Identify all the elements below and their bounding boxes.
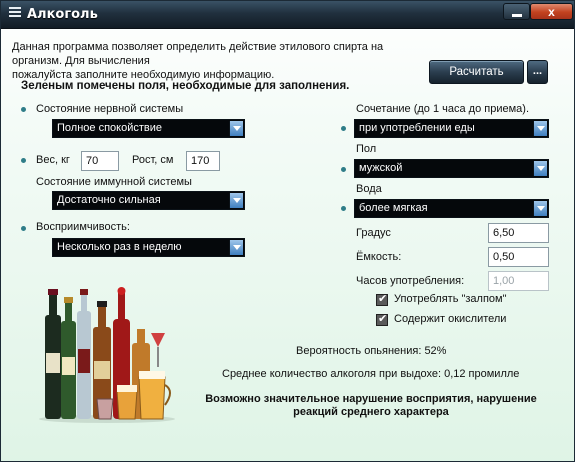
degree-field[interactable]: 6,50 — [488, 223, 549, 243]
weight-field[interactable]: 70 — [81, 151, 119, 171]
antioxidants-checkbox[interactable] — [376, 312, 388, 326]
close-icon: x — [548, 5, 555, 19]
hours-label: Часов употребления: — [356, 275, 465, 287]
combination-label: Сочетание (до 1 часа до приема). — [356, 103, 530, 115]
chevron-down-icon[interactable] — [533, 201, 547, 216]
nervous-system-value: Полное спокойствие — [57, 122, 162, 134]
intro-line-1: Данная программа позволяет определить де… — [12, 41, 384, 67]
immune-system-label: Состояние иммунной системы — [36, 176, 192, 188]
chevron-down-icon[interactable] — [229, 193, 243, 208]
gulp-checkbox[interactable] — [376, 292, 388, 306]
required-bullet-icon — [341, 206, 346, 211]
hours-field: 1,00 — [488, 271, 549, 291]
chevron-down-icon[interactable] — [229, 121, 243, 136]
nervous-system-label: Состояние нервной системы — [36, 103, 184, 115]
antioxidants-label[interactable]: Содержит окислители — [394, 313, 506, 325]
required-bullet-icon — [21, 158, 26, 163]
close-button[interactable]: x — [530, 3, 573, 20]
gender-value: мужской — [359, 162, 403, 174]
more-options-button[interactable]: ... — [527, 60, 548, 84]
nervous-system-select[interactable]: Полное спокойствие — [52, 119, 245, 138]
water-select[interactable]: более мягкая — [354, 199, 549, 218]
required-bullet-icon — [341, 167, 346, 172]
susceptibility-value: Несколько раз в неделю — [57, 241, 182, 253]
chevron-down-icon[interactable] — [533, 161, 547, 176]
average-result: Среднее количество алкоголя при выдохе: … — [222, 368, 520, 380]
intro-text: Данная программа позволяет определить де… — [12, 40, 432, 82]
conclusion-line-2: реакций среднего характера — [293, 406, 449, 418]
title-bar[interactable]: Алкоголь x — [1, 1, 574, 29]
bottles-illustration — [39, 287, 175, 423]
water-label: Вода — [356, 183, 382, 195]
capacity-label: Ёмкость: — [356, 251, 402, 263]
gender-select[interactable]: мужской — [354, 159, 549, 178]
conclusion-text: Возможно значительное нарушение восприят… — [198, 393, 544, 419]
weight-label: Вес, кг — [36, 154, 70, 166]
gulp-label[interactable]: Употреблять "залпом" — [394, 293, 507, 305]
window-title: Алкоголь — [27, 7, 98, 22]
capacity-field[interactable]: 0,50 — [488, 247, 549, 267]
immune-system-value: Достаточно сильная — [57, 194, 161, 206]
required-bullet-icon — [21, 107, 26, 112]
immune-system-select[interactable]: Достаточно сильная — [52, 191, 245, 210]
susceptibility-label: Восприимчивость: — [36, 221, 130, 233]
water-value: более мягкая — [359, 202, 428, 214]
chevron-down-icon[interactable] — [229, 240, 243, 255]
menu-icon[interactable] — [9, 7, 21, 19]
required-bullet-icon — [341, 126, 346, 131]
combination-value: при употреблении еды — [359, 122, 475, 134]
minimize-button[interactable] — [503, 3, 530, 20]
required-bullet-icon — [21, 226, 26, 231]
combination-select[interactable]: при употреблении еды — [354, 119, 549, 138]
susceptibility-select[interactable]: Несколько раз в неделю — [52, 238, 245, 257]
calculate-button[interactable]: Расчитать — [429, 60, 524, 84]
gender-label: Пол — [356, 143, 377, 155]
chevron-down-icon[interactable] — [533, 121, 547, 136]
required-fields-note: Зеленым помечены поля, необходимые для з… — [21, 80, 350, 92]
height-label: Рост, см — [132, 154, 174, 166]
app-window: Алкоголь x Данная программа позволяет оп… — [0, 0, 575, 462]
conclusion-line-1: Возможно значительное нарушение восприят… — [205, 393, 537, 405]
height-field[interactable]: 170 — [186, 151, 220, 171]
degree-label: Градус — [356, 227, 391, 239]
probability-result: Вероятность опьянения: 52% — [296, 345, 447, 357]
